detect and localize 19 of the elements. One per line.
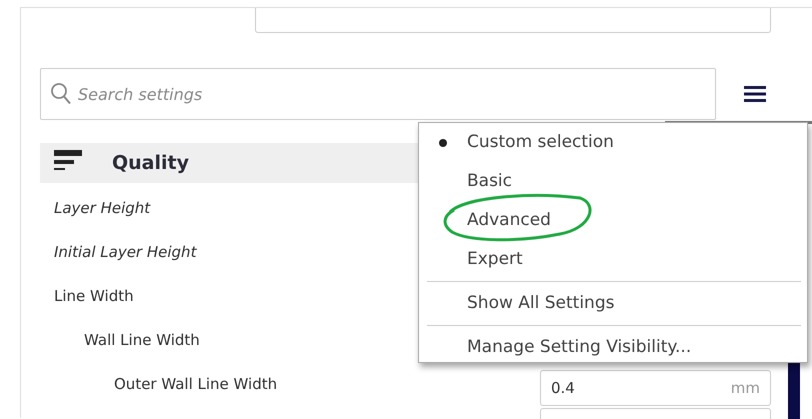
- menu-icon: [744, 85, 766, 103]
- setting-label: Wall Line Width: [84, 330, 200, 351]
- field-value: 0.4: [551, 378, 575, 399]
- input-field[interactable]: [540, 408, 771, 419]
- input-field[interactable]: [255, 8, 771, 33]
- side-strip: [788, 360, 800, 419]
- menu-item[interactable]: Show All Settings: [419, 284, 807, 323]
- unit-label: mm: [730, 378, 760, 399]
- setting-label: Line Width: [54, 286, 134, 307]
- search-field[interactable]: Search settings: [40, 68, 716, 120]
- value-field[interactable]: 0.4 mm: [540, 370, 771, 406]
- setting-label: Layer Height: [54, 198, 150, 219]
- menu-item[interactable]: Manage Setting Visibility...: [419, 328, 807, 367]
- search-icon: [50, 82, 72, 106]
- category-title: Quality: [112, 150, 189, 176]
- menu-item[interactable]: Expert: [419, 240, 807, 279]
- menu-item[interactable]: Advanced: [419, 201, 807, 240]
- setting-label: Initial Layer Height: [54, 242, 196, 263]
- setting-label: Outer Wall Line Width: [114, 374, 278, 395]
